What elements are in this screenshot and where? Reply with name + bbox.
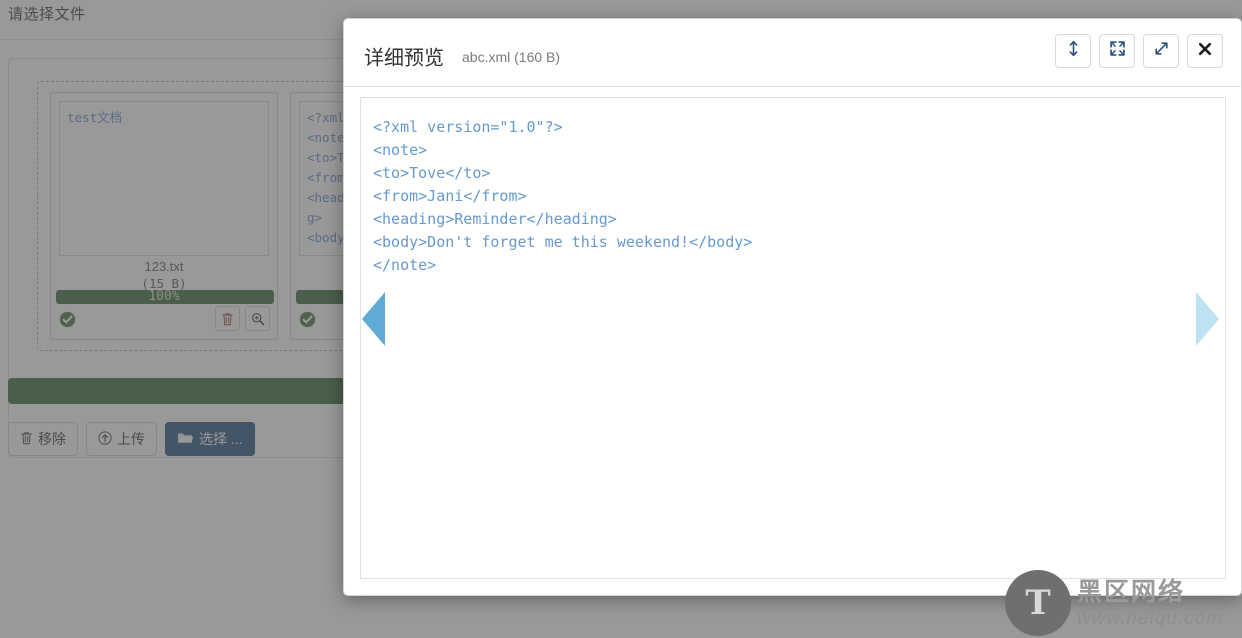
xml-preview-content: <?xml version="1.0"?> <note> <to>Tove</t… [373,118,753,274]
toggle-height-button[interactable] [1055,34,1091,68]
arrows-vertical-icon [1066,40,1081,62]
preview-modal: 详细预览 abc.xml (160 B) <?xml version="1.0"… [343,18,1242,596]
arrow-diagonal-icon [1153,40,1170,62]
modal-body[interactable]: <?xml version="1.0"?> <note> <to>Tove</t… [360,97,1226,579]
modal-subtitle: abc.xml (160 B) [462,49,561,65]
modal-header: 详细预览 abc.xml (160 B) [344,19,1241,87]
screen: 请选择文件 test文档 123.txt (15 B) 100% [0,0,1242,638]
modal-header-actions [1055,34,1223,68]
arrows-expand-icon [1109,40,1126,62]
triangle-right-icon[interactable] [1196,292,1219,346]
triangle-left-icon[interactable] [362,292,385,346]
fullscreen-button[interactable] [1099,34,1135,68]
close-icon [1197,41,1213,62]
close-button[interactable] [1187,34,1223,68]
modal-title: 详细预览 [364,47,444,70]
resize-button[interactable] [1143,34,1179,68]
